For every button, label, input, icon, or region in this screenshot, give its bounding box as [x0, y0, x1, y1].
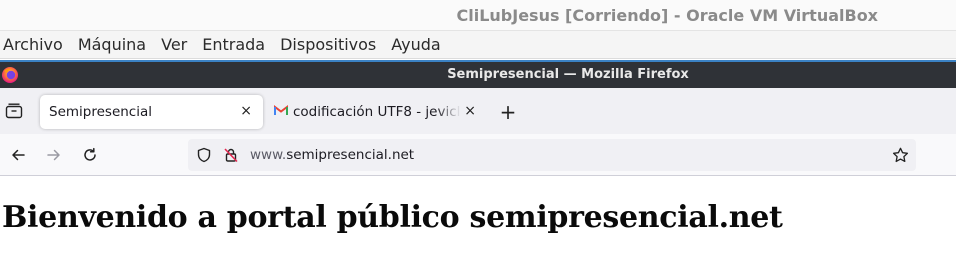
- menu-ayuda[interactable]: Ayuda: [391, 35, 440, 54]
- tab-label: Semipresencial: [49, 104, 152, 120]
- page-heading: Bienvenido a portal público semipresenci…: [2, 200, 783, 235]
- new-tab-button[interactable]: +: [498, 102, 518, 122]
- url-text[interactable]: www.semipresencial.net: [250, 147, 414, 163]
- menu-ver[interactable]: Ver: [161, 35, 187, 54]
- insecure-lock-icon[interactable]: [223, 147, 239, 167]
- url-host: semipresencial.net: [286, 147, 415, 163]
- arrow-left-icon[interactable]: [7, 144, 29, 166]
- url-bar[interactable]: www.semipresencial.net: [188, 139, 916, 171]
- tracking-protection-icon[interactable]: [196, 147, 212, 167]
- tab-label: codificación UTF8 - jevicla: [293, 104, 461, 120]
- reload-icon[interactable]: [79, 144, 101, 166]
- star-icon[interactable]: [892, 147, 909, 167]
- tab-list-icon[interactable]: [4, 101, 24, 121]
- arrow-right-icon[interactable]: [43, 144, 65, 166]
- url-prefix: www.: [250, 147, 287, 163]
- menu-archivo[interactable]: Archivo: [3, 35, 63, 54]
- virtualbox-window-title: CliLubJesus [Corriendo] - Oracle VM Virt…: [0, 0, 956, 30]
- virtualbox-menubar: Archivo Máquina Ver Entrada Dispositivos…: [0, 30, 956, 59]
- menu-dispositivos[interactable]: Dispositivos: [280, 35, 376, 54]
- virtualbox-title-text: CliLubJesus [Corriendo] - Oracle VM Virt…: [456, 5, 878, 25]
- tab-gmail[interactable]: codificación UTF8 - jevicla ×: [270, 95, 482, 129]
- tab-strip: Semipresencial × codificación UTF8 - jev…: [0, 88, 956, 134]
- gmail-icon: [274, 104, 288, 120]
- navigation-toolbar: www.semipresencial.net: [0, 134, 956, 176]
- page-content: Bienvenido a portal público semipresenci…: [0, 177, 956, 255]
- tab-semipresencial[interactable]: Semipresencial ×: [40, 95, 263, 129]
- firefox-titlebar: Semipresencial — Mozilla Firefox: [0, 60, 956, 88]
- tab-close-icon[interactable]: ×: [240, 103, 252, 119]
- firefox-window-title: Semipresencial — Mozilla Firefox: [447, 67, 689, 82]
- tab-close-icon[interactable]: ×: [464, 103, 476, 119]
- menu-entrada[interactable]: Entrada: [202, 35, 265, 54]
- menu-maquina[interactable]: Máquina: [78, 35, 146, 54]
